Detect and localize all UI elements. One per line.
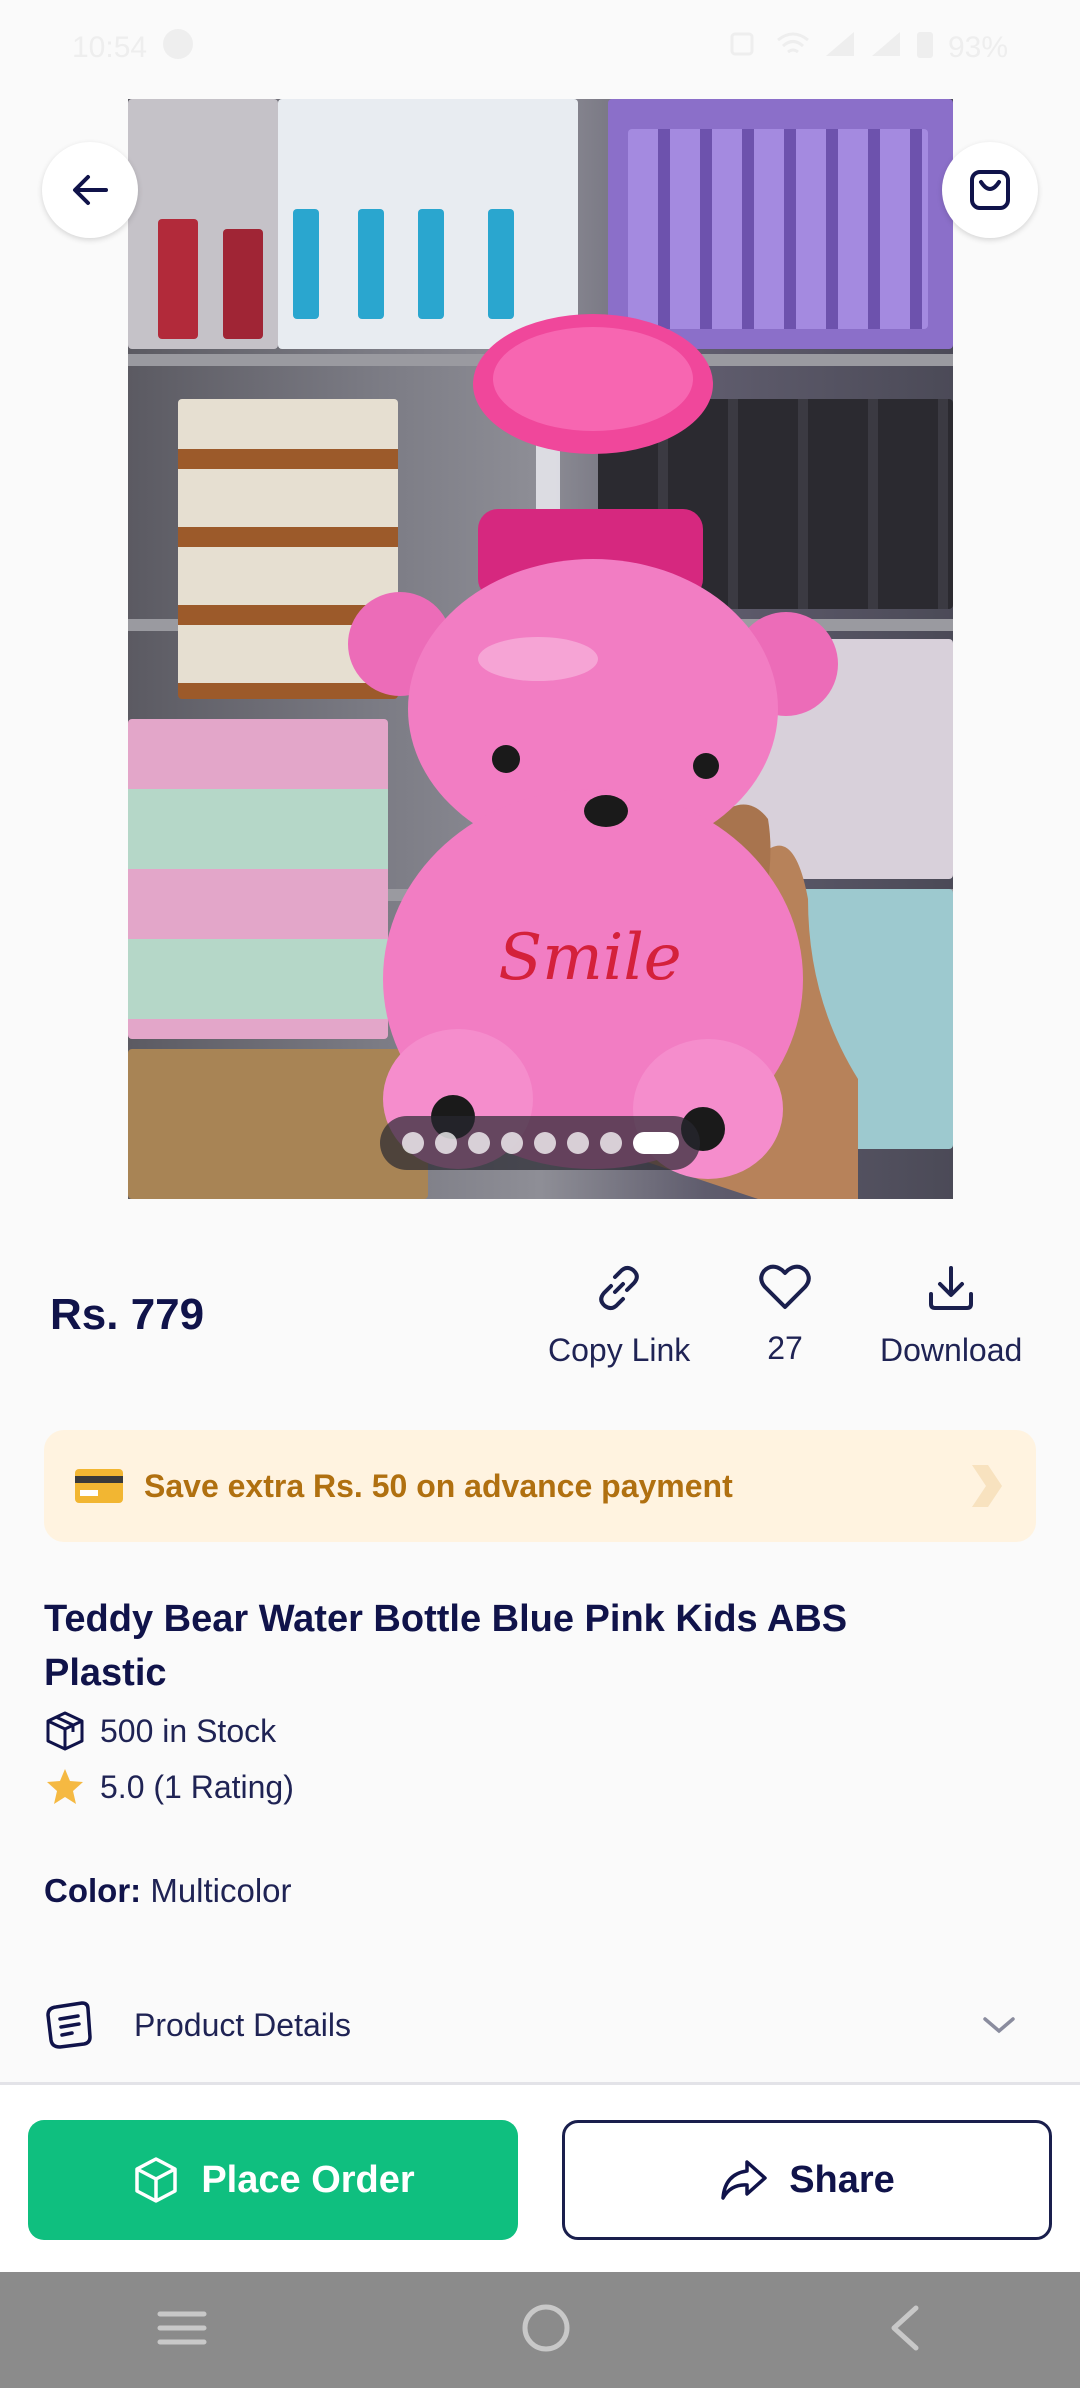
carousel-dot[interactable] <box>467 1132 490 1154</box>
signal-icon <box>824 30 856 66</box>
share-button[interactable]: Share <box>562 2120 1052 2240</box>
carousel-dot[interactable] <box>500 1132 523 1154</box>
carousel-indicator[interactable] <box>380 1116 700 1170</box>
download-button[interactable]: Download <box>880 1262 1022 1369</box>
heart-icon <box>759 1264 811 1309</box>
battery-icon <box>916 29 934 67</box>
bottle-text: Smile <box>498 921 681 995</box>
likes-count: 27 <box>767 1330 803 1366</box>
place-order-button[interactable]: Place Order <box>28 2120 518 2240</box>
wifi-icon <box>776 30 810 66</box>
chevron-down-icon <box>983 2017 1015 2034</box>
arrow-left-icon <box>73 175 108 205</box>
back-button[interactable] <box>42 142 138 238</box>
product-details-label: Product Details <box>134 2006 351 2043</box>
product-image[interactable]: Smile <box>128 99 953 1199</box>
battery-percent: 93% <box>947 31 1008 64</box>
status-bar: 10:54 93% <box>0 0 1080 96</box>
menu-icon <box>157 2311 207 2344</box>
product-price: Rs. 779 <box>50 1290 205 1339</box>
shelf-box <box>223 229 263 339</box>
download-label: Download <box>880 1332 1023 1368</box>
signal-icon-2 <box>870 30 902 66</box>
advance-payment-banner[interactable]: Save extra Rs. 50 on advance payment <box>44 1430 1036 1542</box>
place-order-label: Place Order <box>201 2158 415 2201</box>
vibrate-icon <box>722 30 762 66</box>
share-icon <box>721 2160 767 2200</box>
chevron-right-icon <box>972 1465 1002 1507</box>
carousel-dot-active[interactable] <box>632 1132 679 1154</box>
rating-text: 5.0 (1 Rating) <box>100 1768 294 1805</box>
notification-icon <box>161 27 195 69</box>
carousel-dot[interactable] <box>566 1132 589 1154</box>
cube-icon <box>135 2157 178 2203</box>
star-icon <box>47 1769 83 1804</box>
copy-link-button[interactable]: Copy Link <box>548 1262 690 1369</box>
home-button[interactable] <box>520 2302 572 2359</box>
color-value: Multicolor <box>150 1872 292 1909</box>
carousel-dot[interactable] <box>599 1132 622 1154</box>
carousel-dot[interactable] <box>434 1132 457 1154</box>
system-nav-bar <box>0 2272 1080 2388</box>
teddy-bottle-illustration: Smile <box>348 314 858 1199</box>
system-back-button[interactable] <box>884 2302 924 2359</box>
cart-button[interactable] <box>942 142 1038 238</box>
status-time: 10:54 <box>72 31 148 64</box>
carousel-dot[interactable] <box>533 1132 556 1154</box>
color-row: Color: Multicolor <box>44 1872 292 1910</box>
shelf-box <box>293 209 319 319</box>
shopping-bag-icon <box>970 170 1010 210</box>
download-icon <box>929 1266 974 1310</box>
home-circle-icon <box>522 2304 570 2351</box>
product-title: Teddy Bear Water Bottle Blue Pink Kids A… <box>44 1598 848 1694</box>
box-icon <box>46 1711 84 1751</box>
stock-row: 500 in Stock <box>44 1710 276 1752</box>
carousel-dot[interactable] <box>401 1132 424 1154</box>
rating-row[interactable]: 5.0 (1 Rating) <box>44 1766 294 1808</box>
product-details-toggle[interactable]: Product Details <box>44 1990 1036 2060</box>
color-label: Color: <box>44 1872 142 1909</box>
stock-text: 500 in Stock <box>100 1712 277 1749</box>
chevron-left-icon <box>891 2305 919 2350</box>
share-label: Share <box>789 2158 895 2201</box>
recent-apps-button[interactable] <box>156 2306 208 2355</box>
promo-text: Save extra Rs. 50 on advance payment <box>144 1467 733 1504</box>
link-icon <box>599 1265 639 1311</box>
shelf-box <box>158 219 198 339</box>
copy-link-label: Copy Link <box>548 1332 691 1368</box>
credit-card-icon <box>75 1469 123 1503</box>
like-button[interactable]: 27 <box>758 1262 812 1367</box>
document-icon <box>46 2001 92 2049</box>
